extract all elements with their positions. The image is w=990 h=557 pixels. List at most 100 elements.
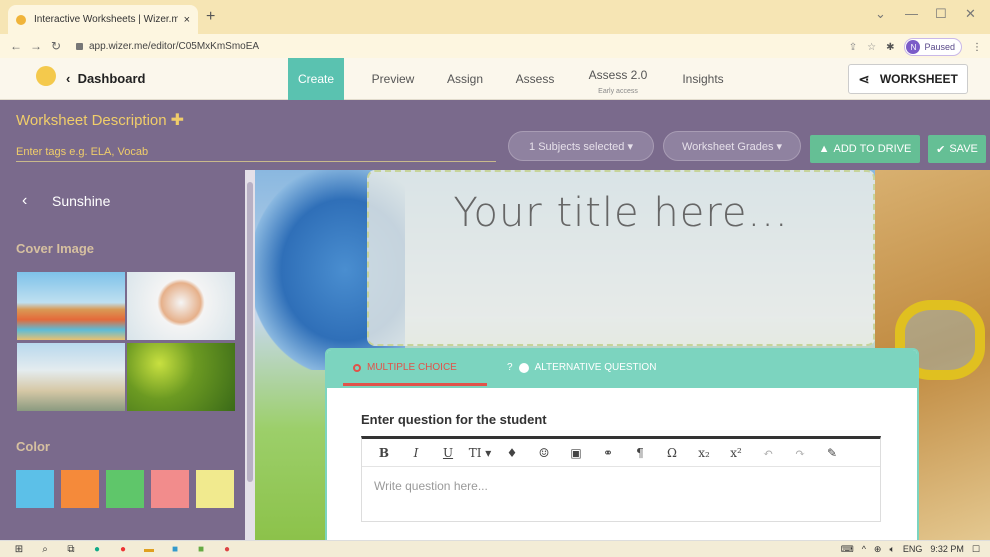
- forward-icon[interactable]: →: [26, 39, 46, 53]
- network-icon[interactable]: ⊕: [874, 544, 882, 555]
- radio-icon: [353, 363, 361, 372]
- save-button[interactable]: ✔ SAVE: [928, 135, 986, 163]
- tab-label: Assess 2.0: [588, 68, 648, 82]
- italic-button[interactable]: I: [400, 446, 432, 460]
- clock[interactable]: 9:32 PM: [930, 544, 964, 554]
- new-tab-button[interactable]: +: [206, 8, 215, 26]
- underline-button[interactable]: U: [432, 446, 464, 460]
- tab-multiple-choice[interactable]: MULTIPLE CHOICE: [343, 362, 487, 386]
- tab-search-icon[interactable]: ⌄: [875, 6, 886, 22]
- color-swatch-blue[interactable]: [16, 470, 54, 508]
- color-drop-icon[interactable]: ♦: [496, 446, 528, 460]
- tab-assign[interactable]: Assign: [435, 58, 495, 100]
- superscript-button[interactable]: x²: [720, 446, 752, 460]
- question-card: MULTIPLE CHOICE ? ALTERNATIVE QUESTION E…: [325, 348, 919, 540]
- favicon-icon: [16, 14, 26, 25]
- language-indicator[interactable]: ENG: [903, 544, 923, 554]
- color-swatch-green[interactable]: [106, 470, 144, 508]
- cover-thumb-limes[interactable]: [127, 343, 235, 411]
- edge-icon[interactable]: ●: [84, 544, 110, 555]
- cover-thumb-beach[interactable]: [17, 272, 125, 340]
- tab-alternative-question[interactable]: ? ALTERNATIVE QUESTION: [507, 362, 656, 373]
- cover-thumb-boat[interactable]: [17, 343, 125, 411]
- worksheet-canvas: Your title here... MULTIPLE CHOICE ? ALT…: [255, 170, 990, 540]
- tab-preview[interactable]: Preview: [360, 58, 426, 100]
- profile-button[interactable]: N Paused: [904, 38, 962, 56]
- reload-icon[interactable]: ↻: [46, 39, 66, 53]
- text-size-dropdown[interactable]: TI ▾: [464, 446, 496, 460]
- photos-icon[interactable]: ■: [188, 544, 214, 555]
- store-icon[interactable]: ■: [162, 544, 188, 555]
- dashboard-label: Dashboard: [77, 71, 146, 86]
- question-input[interactable]: Write question here...: [362, 467, 880, 505]
- redo-icon[interactable]: ↷: [784, 446, 816, 460]
- file-explorer-icon[interactable]: ▬: [136, 544, 162, 555]
- menu-icon[interactable]: ⋮: [972, 42, 982, 53]
- star-icon[interactable]: ☆: [867, 42, 876, 53]
- plus-icon: ✚: [170, 112, 185, 129]
- tab-label: ALTERNATIVE QUESTION: [534, 362, 657, 373]
- add-to-drive-button[interactable]: ▲ ADD TO DRIVE: [810, 135, 920, 163]
- browser-tab[interactable]: Interactive Worksheets | Wizer.m ×: [8, 5, 198, 34]
- subjects-dropdown[interactable]: 1 Subjects selected ▾: [508, 131, 654, 161]
- image-icon[interactable]: ▣: [560, 446, 592, 460]
- worksheet-share-button[interactable]: ⋖ WORKSHEET: [848, 64, 968, 94]
- check-icon: ✔: [936, 143, 946, 156]
- bold-button[interactable]: B: [368, 446, 400, 460]
- tab-create[interactable]: Create: [288, 58, 344, 100]
- worksheet-title-input[interactable]: Your title here...: [369, 190, 873, 236]
- question-type-tabs: MULTIPLE CHOICE ? ALTERNATIVE QUESTION: [327, 350, 917, 388]
- sidebar-scrollbar[interactable]: [245, 170, 255, 540]
- tab-insights[interactable]: Insights: [670, 58, 736, 100]
- drive-icon: ▲: [818, 143, 830, 155]
- office-icon[interactable]: ●: [110, 544, 136, 555]
- url-field[interactable]: app.wizer.me/editor/C05MxKmSmoEA: [76, 41, 259, 52]
- dashboard-link[interactable]: ‹ Dashboard: [66, 71, 145, 86]
- windows-start-icon[interactable]: ⊞: [6, 544, 32, 555]
- tab-label: Insights: [682, 72, 724, 86]
- chrome-icon[interactable]: ●: [214, 544, 240, 555]
- search-icon[interactable]: ⌕: [32, 544, 58, 555]
- notifications-icon[interactable]: ☐: [972, 544, 980, 555]
- subscript-button[interactable]: x₂: [688, 446, 720, 460]
- tab-assess-2[interactable]: Assess 2.0 Early access: [578, 58, 658, 100]
- color-swatch-pink[interactable]: [151, 470, 189, 508]
- share-icon[interactable]: ⇪: [849, 42, 857, 53]
- tab-assess[interactable]: Assess: [505, 58, 565, 100]
- extensions-icon[interactable]: ✱: [886, 42, 894, 53]
- url-text: app.wizer.me/editor/C05MxKmSmoEA: [89, 40, 260, 52]
- scrollbar-thumb[interactable]: [247, 182, 253, 482]
- paragraph-icon[interactable]: ¶: [624, 446, 656, 460]
- worksheet-label: WORKSHEET: [879, 72, 958, 86]
- cover-thumb-ferris-wheel[interactable]: [127, 272, 235, 340]
- tab-label: Create: [297, 72, 335, 86]
- tags-input[interactable]: Enter tags e.g. ELA, Vocab: [16, 146, 496, 162]
- avatar: N: [906, 40, 921, 54]
- back-chevron-icon[interactable]: ‹: [22, 192, 27, 210]
- minimize-button[interactable]: —: [905, 6, 918, 21]
- keyboard-icon[interactable]: ⌨: [841, 544, 854, 555]
- wizer-logo-icon: [36, 66, 56, 86]
- close-tab-icon[interactable]: ×: [184, 14, 190, 26]
- save-label: SAVE: [949, 143, 978, 155]
- volume-icon[interactable]: 🔈︎: [889, 544, 894, 555]
- color-swatch-orange[interactable]: [61, 470, 99, 508]
- color-swatch-yellow[interactable]: [196, 470, 234, 508]
- maximize-button[interactable]: ☐: [935, 6, 947, 22]
- back-icon[interactable]: ←: [6, 39, 26, 53]
- omega-icon[interactable]: Ω: [656, 446, 688, 460]
- undo-icon[interactable]: ↶: [752, 446, 784, 460]
- tray-expand-icon[interactable]: ^: [862, 544, 866, 554]
- worksheet-description-button[interactable]: Worksheet Description ✚: [16, 110, 184, 130]
- editor-toolbar: B I U TI ▾ ♦ ☺ ▣ ⚭ ¶ Ω x₂ x² ↶ ↷ ✎: [362, 439, 880, 467]
- theme-name: Sunshine: [52, 193, 111, 209]
- title-card[interactable]: Your title here...: [367, 170, 875, 346]
- eraser-icon[interactable]: ✎: [816, 446, 848, 460]
- task-view-icon[interactable]: ⧉: [58, 544, 84, 555]
- tab-label: Assess: [515, 72, 555, 86]
- close-window-button[interactable]: ✕: [965, 6, 976, 22]
- worksheet-bar: Worksheet Description ✚ Enter tags e.g. E…: [0, 100, 990, 170]
- link-icon[interactable]: ⚭: [592, 446, 624, 460]
- grades-dropdown[interactable]: Worksheet Grades ▾: [663, 131, 801, 161]
- emoji-icon[interactable]: ☺: [528, 446, 560, 460]
